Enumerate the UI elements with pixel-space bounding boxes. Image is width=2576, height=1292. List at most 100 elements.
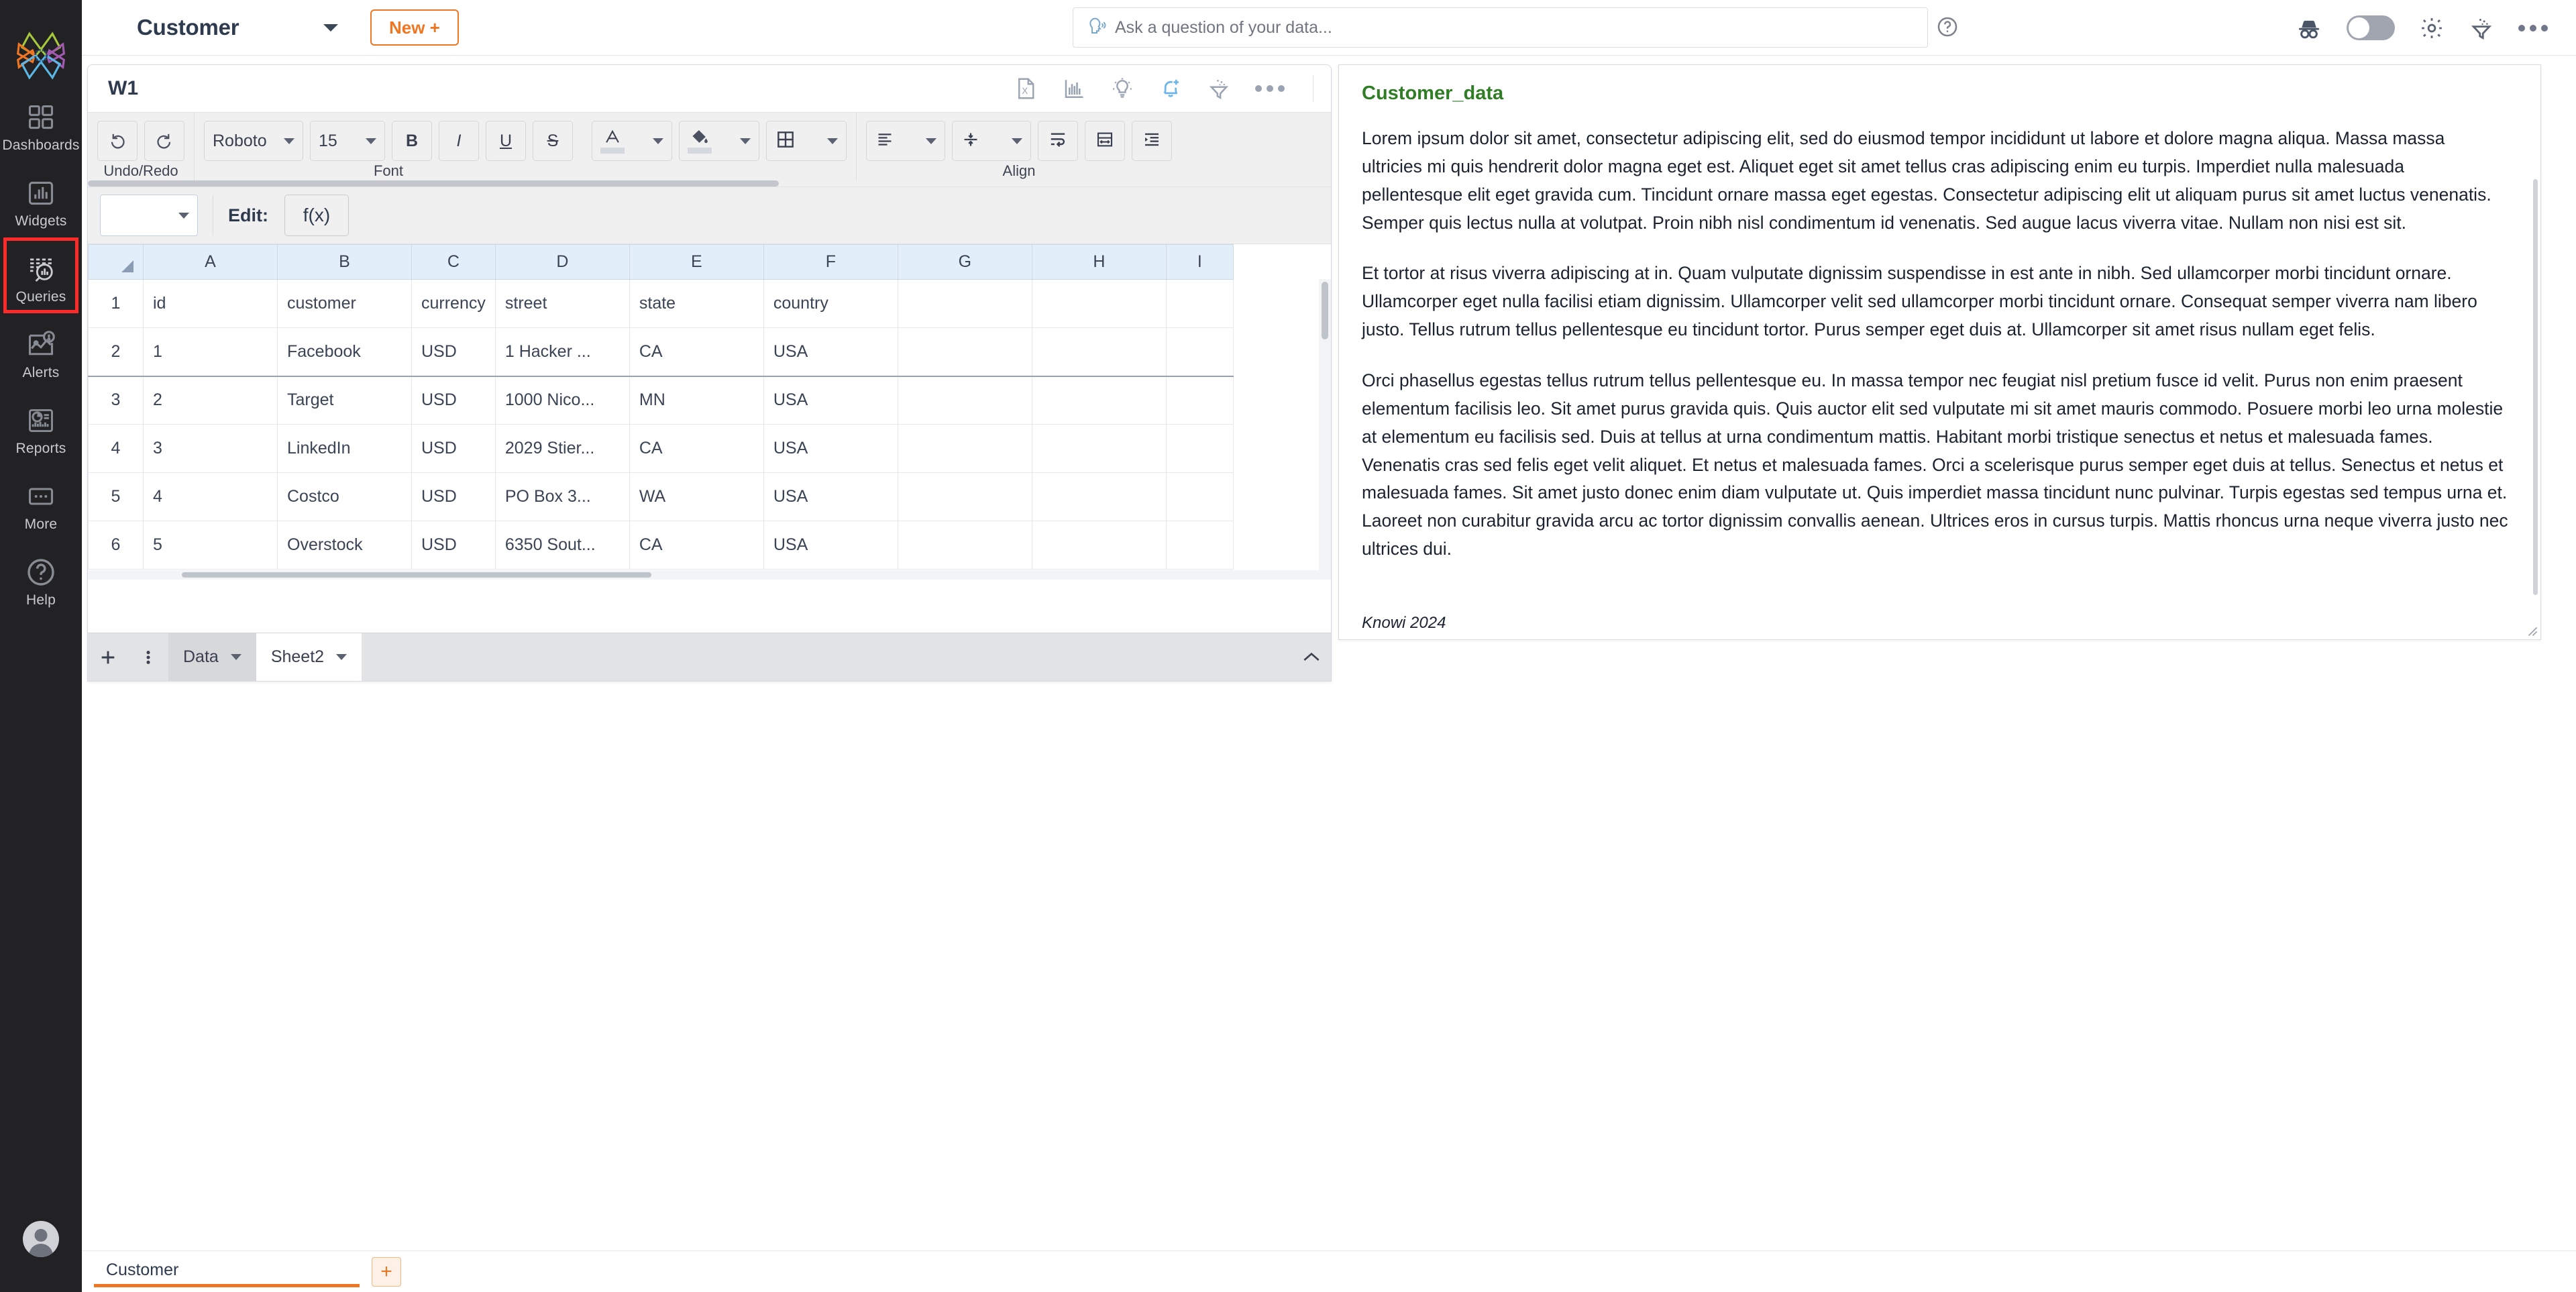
cell[interactable]	[1166, 473, 1233, 521]
cell[interactable]: Overstock	[278, 521, 412, 570]
cell[interactable]: 1 Hacker ...	[495, 328, 629, 376]
cell[interactable]: WA	[629, 473, 763, 521]
cell[interactable]	[1166, 521, 1233, 570]
cell[interactable]: 5	[144, 521, 278, 570]
cell[interactable]: CA	[629, 328, 763, 376]
add-sheet-button[interactable]	[88, 633, 128, 681]
cell[interactable]: 3	[144, 425, 278, 473]
sidebar-item-alerts[interactable]: Alerts	[0, 313, 82, 389]
cell[interactable]: country	[763, 280, 898, 328]
cell[interactable]	[1032, 280, 1166, 328]
cell[interactable]	[898, 425, 1032, 473]
column-header-c[interactable]: C	[412, 245, 496, 280]
cell[interactable]: Costco	[278, 473, 412, 521]
sidebar-item-more[interactable]: More	[0, 465, 82, 541]
cell[interactable]	[1166, 280, 1233, 328]
ribbon-horizontal-scrollbar[interactable]	[88, 180, 1331, 186]
row-header[interactable]: 5	[89, 473, 144, 521]
cell[interactable]: PO Box 3...	[495, 473, 629, 521]
cell[interactable]: CA	[629, 425, 763, 473]
table-row[interactable]: 3 2 Target USD 1000 Nico... MN USA	[89, 376, 1234, 425]
cell[interactable]: USA	[763, 328, 898, 376]
gear-icon[interactable]	[2419, 15, 2445, 41]
scrollbar-thumb[interactable]	[182, 572, 651, 578]
cell[interactable]	[1032, 425, 1166, 473]
cell[interactable]: USD	[412, 376, 496, 425]
select-all-corner[interactable]	[89, 245, 144, 280]
nlq-search-input[interactable]: Ask a question of your data...	[1073, 7, 1928, 48]
row-header[interactable]: 1	[89, 280, 144, 328]
column-header-b[interactable]: B	[278, 245, 412, 280]
cell[interactable]: CA	[629, 521, 763, 570]
underline-button[interactable]: U	[486, 121, 526, 161]
cell[interactable]	[1032, 521, 1166, 570]
text-widget-scrollbar[interactable]	[2532, 179, 2538, 615]
column-header-g[interactable]: G	[898, 245, 1032, 280]
scrollbar-thumb[interactable]	[2533, 179, 2538, 595]
cell[interactable]: USA	[763, 521, 898, 570]
column-header-d[interactable]: D	[495, 245, 629, 280]
nlq-help-icon[interactable]	[1936, 15, 1959, 38]
chart-icon[interactable]	[1062, 76, 1086, 101]
italic-button[interactable]: I	[439, 121, 479, 161]
cell[interactable]: USA	[763, 376, 898, 425]
sidebar-item-help[interactable]: Help	[0, 541, 82, 647]
horizontal-align-button[interactable]	[866, 121, 945, 161]
grid-vertical-scrollbar[interactable]	[1319, 279, 1331, 580]
add-alert-bell-icon[interactable]	[1159, 76, 1183, 101]
font-family-select[interactable]: Roboto	[204, 121, 303, 161]
filter-icon[interactable]	[2469, 15, 2494, 41]
knowi-logo[interactable]	[11, 25, 71, 86]
scrollbar-thumb[interactable]	[1322, 282, 1328, 339]
cell[interactable]	[898, 376, 1032, 425]
cell[interactable]	[898, 473, 1032, 521]
strikethrough-button[interactable]: S	[533, 121, 573, 161]
cell[interactable]: 2	[144, 376, 278, 425]
row-header[interactable]: 6	[89, 521, 144, 570]
toggle-switch[interactable]	[2347, 15, 2395, 40]
cell[interactable]	[1166, 376, 1233, 425]
cell[interactable]	[898, 328, 1032, 376]
export-excel-icon[interactable]: X	[1014, 76, 1038, 101]
bold-button[interactable]: B	[392, 121, 432, 161]
chevron-down-icon[interactable]	[336, 654, 347, 660]
cell[interactable]: USD	[412, 521, 496, 570]
scrollbar-thumb[interactable]	[88, 180, 779, 186]
cell[interactable]: 2029 Stier...	[495, 425, 629, 473]
text-color-button[interactable]	[592, 121, 672, 161]
insights-bulb-icon[interactable]	[1110, 76, 1134, 101]
grid-horizontal-scrollbar[interactable]	[88, 570, 1331, 580]
chevron-down-icon[interactable]	[231, 654, 241, 660]
undo-button[interactable]	[97, 121, 138, 161]
font-size-select[interactable]: 15	[310, 121, 385, 161]
sidebar-item-dashboards[interactable]: Dashboards	[0, 86, 82, 162]
column-header-i[interactable]: I	[1166, 245, 1233, 280]
spreadsheet-grid[interactable]: A B C D E F G H I 1 id customer currency	[88, 244, 1331, 580]
cell[interactable]	[898, 280, 1032, 328]
incognito-icon[interactable]	[2296, 15, 2322, 42]
new-button[interactable]: New +	[370, 9, 459, 46]
sidebar-item-queries[interactable]: Queries	[3, 237, 78, 313]
redo-button[interactable]	[144, 121, 184, 161]
column-header-e[interactable]: E	[629, 245, 763, 280]
column-header-f[interactable]: F	[763, 245, 898, 280]
table-row[interactable]: 6 5 Overstock USD 6350 Sout... CA USA	[89, 521, 1234, 570]
cell[interactable]: 1000 Nico...	[495, 376, 629, 425]
cell-reference-select[interactable]	[100, 195, 198, 236]
cell[interactable]: LinkedIn	[278, 425, 412, 473]
column-header-h[interactable]: H	[1032, 245, 1166, 280]
table-row[interactable]: 4 3 LinkedIn USD 2029 Stier... CA USA	[89, 425, 1234, 473]
cell[interactable]: MN	[629, 376, 763, 425]
sidebar-item-widgets[interactable]: Widgets	[0, 162, 82, 237]
cell[interactable]: USD	[412, 425, 496, 473]
breadcrumb-dashboard-select[interactable]: Customer	[137, 7, 338, 48]
cell[interactable]: street	[495, 280, 629, 328]
wrap-text-button[interactable]	[1038, 121, 1078, 161]
resize-handle[interactable]	[2526, 625, 2538, 637]
indent-button[interactable]	[1132, 121, 1172, 161]
add-dashboard-tab-button[interactable]: +	[372, 1257, 401, 1287]
cell[interactable]: USD	[412, 328, 496, 376]
user-avatar[interactable]	[23, 1221, 59, 1257]
cell[interactable]: USA	[763, 425, 898, 473]
table-row[interactable]: 1 id customer currency street state coun…	[89, 280, 1234, 328]
